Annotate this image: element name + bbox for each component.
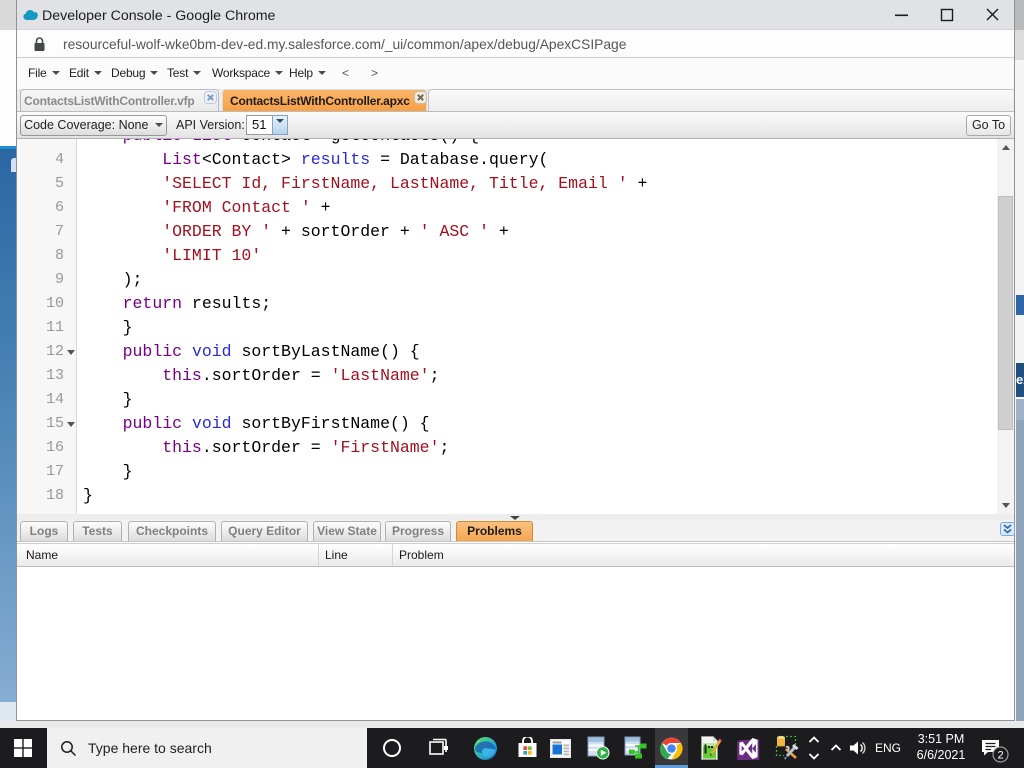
svg-text:2: 2 (997, 750, 1003, 762)
